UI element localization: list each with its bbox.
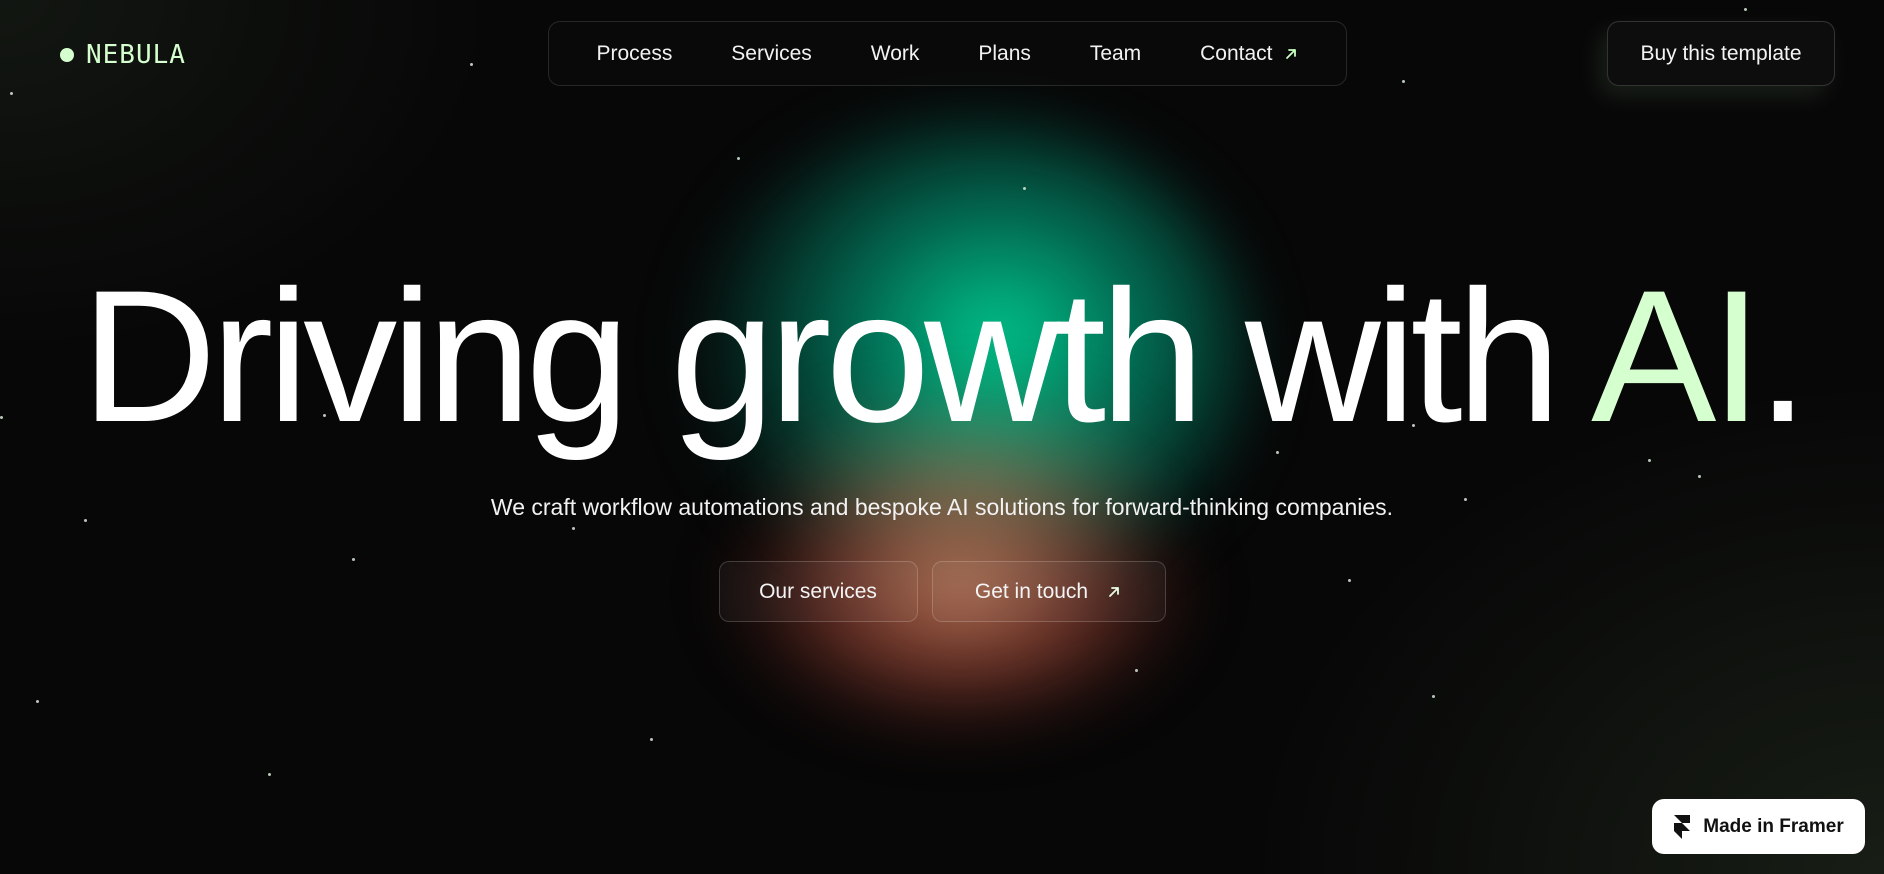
headline-accent: AI [1591,251,1763,461]
star [470,63,473,66]
nav-item-label: Services [731,41,812,65]
nav-item-contact[interactable]: Contact [1200,42,1298,66]
star [1023,187,1026,190]
star [1744,8,1747,11]
arrow-up-right-icon [1109,586,1120,597]
nav-item-label: Team [1089,41,1142,65]
main-nav: Process Services Work Plans Team Contact [548,21,1347,86]
brand-name: NEBULA [86,40,186,70]
nav-item-label: Plans [978,41,1031,65]
cta-label: Our services [759,579,877,603]
nav-item-plans[interactable]: Plans [978,42,1031,66]
buy-template-button[interactable]: Buy this template [1607,21,1835,86]
get-in-touch-button[interactable]: Get in touch [931,561,1166,622]
star [572,527,575,530]
hero-headline: Driving growth with AI. [0,262,1884,450]
arrow-up-right-icon [1285,48,1296,59]
nav-item-process[interactable]: Process [596,42,672,66]
nav-item-services[interactable]: Services [731,42,812,66]
cta-label: Get in touch [974,579,1089,603]
nav-item-label: Contact [1200,41,1273,65]
hero-subtitle: We craft workflow automations and bespok… [490,494,1394,520]
framer-logo-icon [1674,814,1691,839]
star [1402,80,1405,83]
headline-period: . [1756,251,1809,461]
star [1135,669,1138,672]
star [1698,475,1701,478]
star [1432,695,1435,698]
brand-logo[interactable]: NEBULA [60,40,186,70]
headline-main: Driving growth with [81,251,1592,461]
cta-row: Our services Get in touch [0,561,1884,622]
star [10,92,13,95]
badge-label: Made in Framer [1703,815,1844,837]
landing-page: NEBULA Process Services Work Plans Team … [0,0,1884,874]
star [36,700,39,703]
star [268,773,271,776]
nav-item-label: Process [596,41,673,65]
our-services-button[interactable]: Our services [718,561,918,622]
logo-dot-icon [60,48,74,62]
made-in-framer-badge[interactable]: Made in Framer [1652,799,1865,854]
star [737,157,740,160]
nav-item-label: Work [870,41,920,65]
star [650,738,653,741]
nav-item-team[interactable]: Team [1090,42,1141,66]
nav-item-work[interactable]: Work [871,42,920,66]
